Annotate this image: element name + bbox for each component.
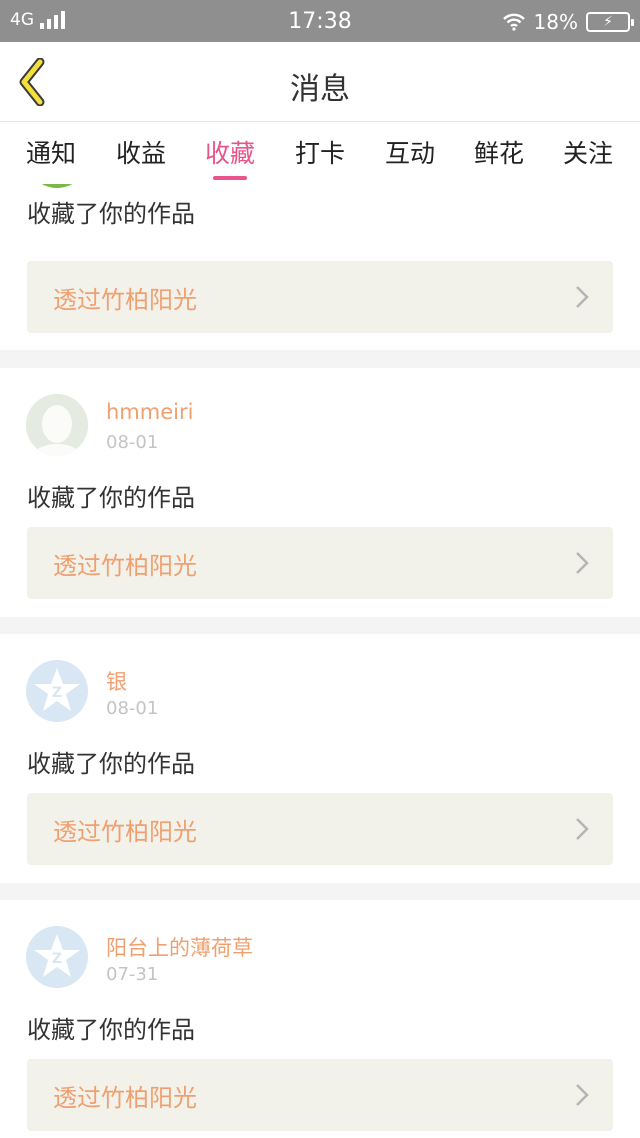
user-name[interactable]: 阳台上的薄荷草: [106, 932, 253, 962]
user-avatar[interactable]: Z: [26, 660, 88, 722]
tab-label: 收藏: [204, 139, 255, 168]
work-title: 透过竹柏阳光: [53, 1084, 197, 1112]
action-text: 收藏了你的作品: [27, 484, 195, 512]
chevron-right-icon: [576, 1084, 589, 1106]
tab-label: 打卡: [294, 139, 345, 168]
tab-notice[interactable]: 通知: [11, 134, 91, 170]
notification-card: hmmeiri 08-01 收藏了你的作品 透过竹柏阳光: [0, 368, 640, 617]
tab-checkin[interactable]: 打卡: [280, 134, 360, 170]
user-name[interactable]: 银: [106, 666, 127, 696]
tab-bar: 通知 收益 收藏 打卡 互动 鲜花 关注: [0, 122, 640, 184]
tab-label: 互动: [384, 139, 435, 168]
star-z-icon: Z: [34, 934, 80, 977]
work-link[interactable]: 透过竹柏阳光: [27, 793, 613, 865]
work-link[interactable]: 透过竹柏阳光: [27, 1059, 613, 1131]
chevron-right-icon: [576, 286, 589, 308]
page-title: 消息: [290, 72, 350, 107]
work-link[interactable]: 透过竹柏阳光: [27, 261, 613, 333]
action-text: 收藏了你的作品: [27, 1016, 195, 1044]
user-avatar[interactable]: [26, 184, 88, 188]
user-name[interactable]: hmmeiri: [106, 400, 193, 424]
work-title: 透过竹柏阳光: [53, 552, 197, 580]
svg-text:Z: Z: [52, 685, 62, 701]
notification-date: 08-01: [106, 432, 159, 453]
action-text: 收藏了你的作品: [27, 200, 195, 228]
notification-date: 08-01: [106, 698, 159, 719]
wifi-icon: [502, 13, 525, 31]
chevron-right-icon: [576, 818, 589, 840]
svg-text:Z: Z: [52, 951, 62, 967]
tab-label: 通知: [25, 139, 76, 168]
status-right: 18% ⚡: [502, 10, 634, 34]
tab-interaction[interactable]: 互动: [370, 134, 450, 170]
notification-card: 收藏了你的作品 透过竹柏阳光: [0, 184, 640, 350]
tab-label: 收益: [115, 139, 166, 168]
chevron-right-icon: [576, 552, 589, 574]
notification-card: Z 银 08-01 收藏了你的作品 透过竹柏阳光: [0, 634, 640, 883]
work-link[interactable]: 透过竹柏阳光: [27, 527, 613, 599]
person-icon: [26, 394, 88, 456]
battery-percent: 18%: [533, 10, 578, 34]
status-bar: 4G 17:38 18% ⚡: [0, 0, 640, 42]
tab-earnings[interactable]: 收益: [101, 134, 181, 170]
star-z-icon: Z: [34, 668, 80, 711]
tab-favorites[interactable]: 收藏: [190, 134, 270, 180]
tab-flowers[interactable]: 鲜花: [459, 134, 539, 170]
notification-date: 07-31: [106, 964, 159, 985]
action-text: 收藏了你的作品: [27, 750, 195, 778]
user-avatar[interactable]: Z: [26, 926, 88, 988]
notification-list[interactable]: 收藏了你的作品 透过竹柏阳光 hmmeiri 08-01 收藏了你的作品 透过竹…: [0, 184, 640, 1138]
work-title: 透过竹柏阳光: [53, 286, 197, 314]
tab-follow[interactable]: 关注: [548, 134, 628, 170]
tab-label: 关注: [562, 139, 613, 168]
battery-charging-icon: ⚡: [586, 12, 634, 32]
work-title: 透过竹柏阳光: [53, 818, 197, 846]
tab-label: 鲜花: [473, 139, 524, 168]
header-bar: 消息: [0, 42, 640, 122]
notification-card: Z 阳台上的薄荷草 07-31 收藏了你的作品 透过竹柏阳光: [0, 900, 640, 1138]
active-tab-indicator: [213, 176, 247, 180]
user-avatar[interactable]: [26, 394, 88, 456]
